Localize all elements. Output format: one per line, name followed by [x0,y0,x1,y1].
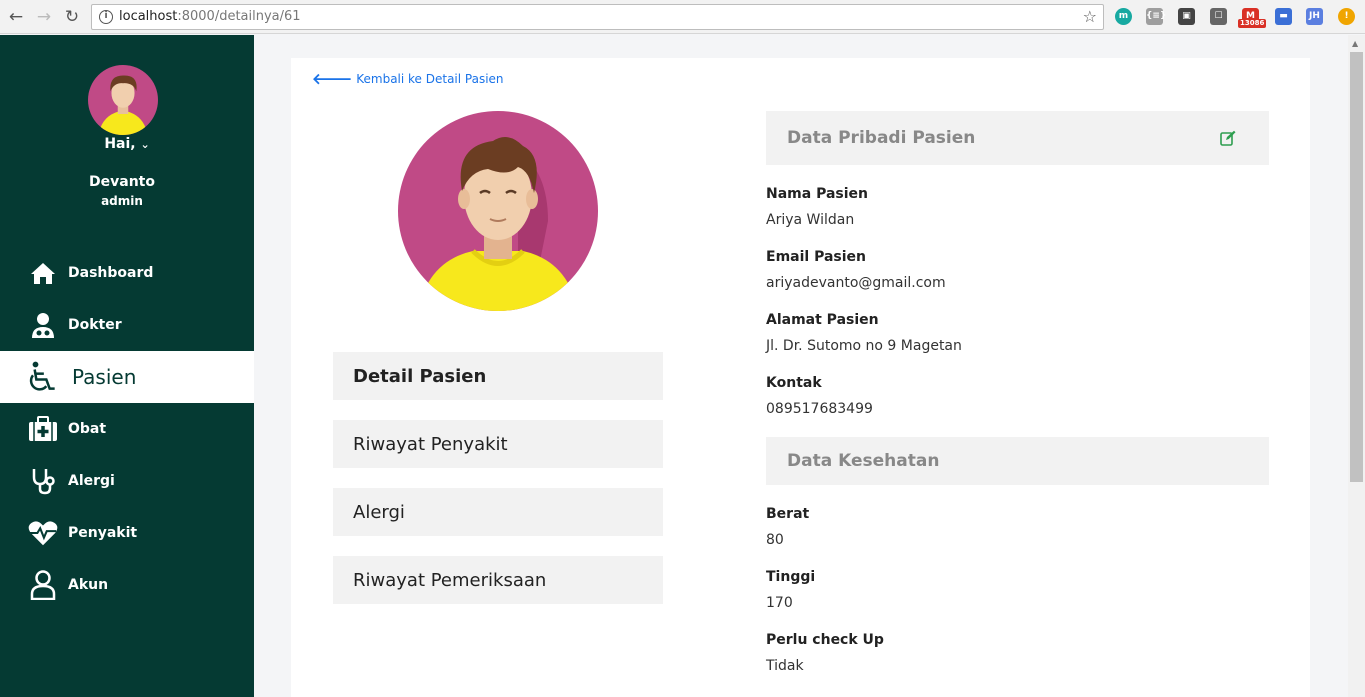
back-link-label: Kembali ke Detail Pasien [356,71,504,86]
tab-alergi[interactable]: Alergi [333,488,663,536]
sidebar-item-penyakit[interactable]: Penyakit [0,507,254,559]
scroll-up-icon[interactable]: ▲ [1352,39,1358,48]
home-icon [28,258,58,288]
arrow-left-icon: 🡐 [312,70,353,88]
greeting-text: Hai, [104,136,136,152]
avatar-illustration [88,65,158,135]
field-label-checkup: Perlu check Up [766,632,884,648]
url-path: :8000/detailnya/61 [177,9,301,24]
tab-riwayat-penyakit[interactable]: Riwayat Penyakit [333,420,663,468]
sidebar-item-label: Akun [68,577,109,593]
url-text: localhost:8000/detailnya/61 [119,9,301,24]
field-value-alamat: Jl. Dr. Sutomo no 9 Magetan [766,338,962,354]
section-title: Data Pribadi Pasien [787,128,976,148]
field-value-email: ariyadevanto@gmail.com [766,275,946,291]
field-label-berat: Berat [766,506,810,522]
back-arrow-icon[interactable]: ← [6,7,26,27]
user-role: admin [101,194,143,208]
field-label-email: Email Pasien [766,249,866,265]
chevron-down-icon: ⌄ [140,138,150,151]
screenshot-extension-icon[interactable]: ▣ [1178,8,1195,25]
field-label-nama: Nama Pasien [766,186,868,202]
sidebar-item-label: Dashboard [68,265,154,281]
edit-icon[interactable] [1220,130,1236,146]
sidebar-item-akun[interactable]: Akun [0,559,254,611]
tab-detail-pasien[interactable]: Detail Pasien [333,352,663,400]
info-icon[interactable]: i [99,10,113,24]
sidebar-item-obat[interactable]: Obat [0,403,254,455]
window-extension-icon[interactable]: ▬ [1275,8,1292,25]
field-value-tinggi: 170 [766,595,793,611]
sidebar-item-dashboard[interactable]: Dashboard [0,247,254,299]
medkit-icon [28,414,58,444]
patient-avatar [398,111,598,311]
field-label-alamat: Alamat Pasien [766,312,879,328]
extension-badge: 13086 [1238,19,1267,28]
address-bar[interactable]: i localhost:8000/detailnya/61 ☆ [91,4,1104,30]
json-extension-icon[interactable]: {≡} [1146,8,1166,25]
bookmark-star-icon[interactable]: ☆ [1083,7,1097,26]
sidebar-item-label: Dokter [68,317,122,333]
scrollbar-thumb[interactable] [1350,52,1363,482]
heartbeat-icon [28,518,58,548]
sidebar-item-alergi[interactable]: Alergi [0,455,254,507]
chat-extension-icon[interactable]: ☐ [1210,8,1227,25]
field-value-checkup: Tidak [766,658,804,674]
sidebar: Hai, ⌄ Devanto admin Dashboard Dokter Pa… [0,35,254,697]
browser-toolbar: ← → ↻ i localhost:8000/detailnya/61 ☆ m {… [0,0,1365,34]
alert-extension-icon[interactable]: ! [1338,8,1355,25]
reload-icon[interactable]: ↻ [62,7,82,27]
gmail-extension-icon[interactable]: M 13086 [1238,8,1267,28]
section-header-personal: Data Pribadi Pasien [766,111,1269,165]
m-extension-icon[interactable]: m [1115,8,1132,25]
field-label-tinggi: Tinggi [766,569,816,585]
url-host: localhost [119,9,178,24]
field-value-nama: Ariya Wildan [766,212,855,228]
back-link[interactable]: 🡐 Kembali ke Detail Pasien [312,69,504,88]
doctor-icon [28,310,58,340]
field-value-kontak: 089517683499 [766,401,873,417]
forward-arrow-icon[interactable]: → [34,7,54,27]
stethoscope-icon [28,466,58,496]
jh-extension-icon[interactable]: JH [1306,8,1323,25]
section-header-health: Data Kesehatan [766,437,1269,485]
sidebar-item-pasien[interactable]: Pasien [0,351,254,403]
sidebar-item-label: Alergi [68,473,115,489]
sidebar-item-label: Penyakit [68,525,138,541]
wheelchair-icon [28,361,58,392]
user-name: Devanto [89,174,155,190]
tab-riwayat-pemeriksaan[interactable]: Riwayat Pemeriksaan [333,556,663,604]
greeting-dropdown[interactable]: Hai, ⌄ [0,136,254,152]
user-icon [28,570,58,600]
field-value-berat: 80 [766,532,784,548]
scrollbar[interactable]: ▲ [1348,35,1365,697]
sidebar-item-label: Obat [68,421,107,437]
section-title: Data Kesehatan [787,451,940,471]
user-avatar[interactable] [88,65,158,135]
field-label-kontak: Kontak [766,375,822,391]
sidebar-item-dokter[interactable]: Dokter [0,299,254,351]
patient-avatar-illustration [398,111,598,311]
sidebar-item-label: Pasien [72,365,137,389]
